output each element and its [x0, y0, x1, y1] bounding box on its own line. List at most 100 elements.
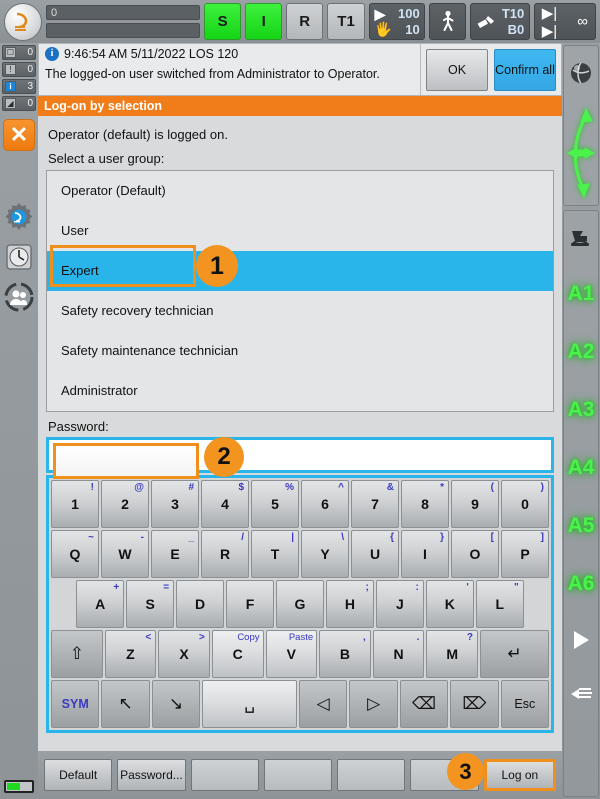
key-o[interactable]: [O — [451, 530, 499, 578]
selected-group-row[interactable]: Expert — [47, 251, 553, 291]
key-end-arrow[interactable]: ↘ — [151, 680, 201, 728]
axis-a3[interactable]: A3 — [564, 381, 598, 439]
list-item[interactable]: User — [47, 211, 553, 251]
key-enter[interactable]: ↵ — [480, 630, 549, 678]
confirm-all-button[interactable]: Confirm all — [494, 48, 556, 91]
callout-3: 3 — [447, 753, 484, 790]
key-c-copy[interactable]: Copy C — [211, 630, 264, 678]
mode-key-t1[interactable]: T1 — [327, 3, 365, 40]
softkey-5[interactable] — [337, 759, 406, 791]
key-m[interactable]: ? M — [426, 630, 478, 678]
counter-warning-messages[interactable]: ! 0 — [2, 62, 36, 77]
key-y[interactable]: \ Y — [301, 530, 349, 578]
user-group-icon[interactable] — [0, 277, 38, 317]
key-e[interactable]: _ E — [151, 530, 199, 578]
key-f[interactable]: F — [226, 580, 275, 628]
key-9[interactable]: (9 — [451, 480, 499, 528]
axis-a6[interactable]: A6 — [564, 555, 598, 613]
key-j[interactable]: :J — [375, 580, 424, 628]
key-arrow-right[interactable]: ▷ — [349, 680, 398, 728]
key-s[interactable]: = S — [126, 580, 175, 628]
axis-a1[interactable]: A1 — [564, 265, 598, 323]
key-p[interactable]: ] P — [501, 530, 549, 578]
counter-note-messages[interactable]: ◢ 0 — [2, 96, 36, 111]
status-key-r[interactable]: R — [286, 3, 324, 40]
key-d[interactable]: D — [176, 580, 225, 628]
close-messages-button[interactable]: ✕ — [3, 119, 35, 151]
key-label: M — [446, 646, 459, 662]
key-arrow-left[interactable]: ◁ — [299, 680, 348, 728]
key-1[interactable]: ! 1 — [51, 480, 99, 528]
status-key-s[interactable]: S — [204, 3, 242, 40]
list-item[interactable]: Operator (Default) — [47, 171, 553, 211]
hand-jog-icon[interactable] — [564, 667, 598, 721]
key-home-arrow[interactable]: ↖ — [101, 680, 150, 728]
password-button[interactable]: Password... — [117, 759, 186, 791]
key-space[interactable]: ␣ — [202, 680, 298, 728]
world-coordinates-arrows-icon[interactable] — [564, 100, 598, 205]
key-0[interactable]: ) 0 — [501, 480, 549, 528]
key-backspace[interactable]: ⌫ — [399, 680, 449, 728]
list-item[interactable]: Administrator — [47, 371, 553, 411]
key-alt: . — [416, 632, 420, 643]
increment-indicator[interactable]: ▶|▶| ∞ — [533, 3, 596, 40]
tool-base-indicator[interactable]: T10 B0 — [470, 3, 530, 40]
gear-robot-icon[interactable] — [0, 197, 38, 237]
key-7[interactable]: & 7 — [351, 480, 399, 528]
key-a[interactable]: + A — [76, 580, 125, 628]
clock-icon[interactable] — [0, 237, 38, 277]
on-screen-keyboard[interactable]: ! 1 @2 #3 $4 % 5 ^ 6 & 7 * 8 (9 ) 0 ~ Q -W _ E /… — [46, 475, 554, 733]
key-delete[interactable]: ⌦ — [450, 680, 499, 728]
user-group-list[interactable]: Operator (Default) User Expert Safety re… — [46, 170, 554, 412]
key-shift[interactable]: ⇧ — [51, 630, 103, 678]
walking-person-icon[interactable] — [429, 3, 467, 40]
key-l[interactable]: " L — [475, 580, 524, 628]
key-r[interactable]: / R — [201, 530, 249, 578]
key-k[interactable]: ' K — [425, 580, 474, 628]
list-item[interactable]: Safety maintenance technician — [47, 331, 553, 371]
play-triangle-icon[interactable] — [564, 613, 598, 667]
password-field[interactable] — [53, 443, 199, 479]
key-h[interactable]: ; H — [325, 580, 374, 628]
key-label: D — [195, 596, 206, 612]
key-sym[interactable]: SYM — [51, 680, 100, 728]
key-2[interactable]: @2 — [101, 480, 149, 528]
ok-button[interactable]: OK — [426, 48, 488, 91]
key-3[interactable]: #3 — [151, 480, 199, 528]
speed-indicator[interactable]: ▶ 🖐 100 10 — [368, 3, 426, 40]
key-n[interactable]: .N — [372, 630, 425, 678]
message-body: The logged-on user switched from Adminis… — [45, 67, 380, 81]
key-6[interactable]: ^ 6 — [301, 480, 349, 528]
key-i[interactable]: } I — [401, 530, 449, 578]
key-q[interactable]: ~ Q — [51, 530, 99, 578]
key-4[interactable]: $4 — [201, 480, 249, 528]
list-item[interactable]: Safety recovery technician — [47, 291, 553, 331]
key-v-paste[interactable]: Paste V — [265, 630, 318, 678]
message-text-area[interactable]: i 9:46:54 AM 5/11/2022 LOS 120 The logge… — [39, 44, 420, 95]
counter-info-messages[interactable]: i 3 — [2, 79, 36, 94]
globe-icon[interactable] — [564, 46, 598, 100]
key-u[interactable]: {U — [351, 530, 399, 578]
counter-ack-messages[interactable]: ☐ 0 — [2, 45, 36, 60]
key-z[interactable]: < Z — [104, 630, 157, 678]
key-x[interactable]: > X — [158, 630, 210, 678]
key-t[interactable]: | T — [251, 530, 299, 578]
axis-a5[interactable]: A5 — [564, 497, 598, 555]
key-w[interactable]: -W — [101, 530, 149, 578]
key-5[interactable]: % 5 — [251, 480, 299, 528]
log-on-button[interactable]: Log on — [483, 759, 556, 791]
status-key-i[interactable]: I — [245, 3, 283, 40]
axis-a4[interactable]: A4 — [564, 439, 598, 497]
softkey-3[interactable] — [190, 759, 259, 791]
key-8[interactable]: * 8 — [401, 480, 449, 528]
key-esc[interactable]: Esc — [500, 680, 550, 728]
default-button[interactable]: Default — [44, 759, 113, 791]
axis-a2[interactable]: A2 — [564, 323, 598, 381]
key-b[interactable]: ,B — [319, 630, 371, 678]
password-row[interactable] — [46, 437, 554, 479]
key-g[interactable]: G — [276, 580, 324, 628]
coordinate-system-group — [563, 45, 599, 206]
robot-icon[interactable] — [4, 2, 42, 41]
robot-tool-icon[interactable] — [564, 211, 598, 265]
softkey-4[interactable] — [263, 759, 333, 791]
